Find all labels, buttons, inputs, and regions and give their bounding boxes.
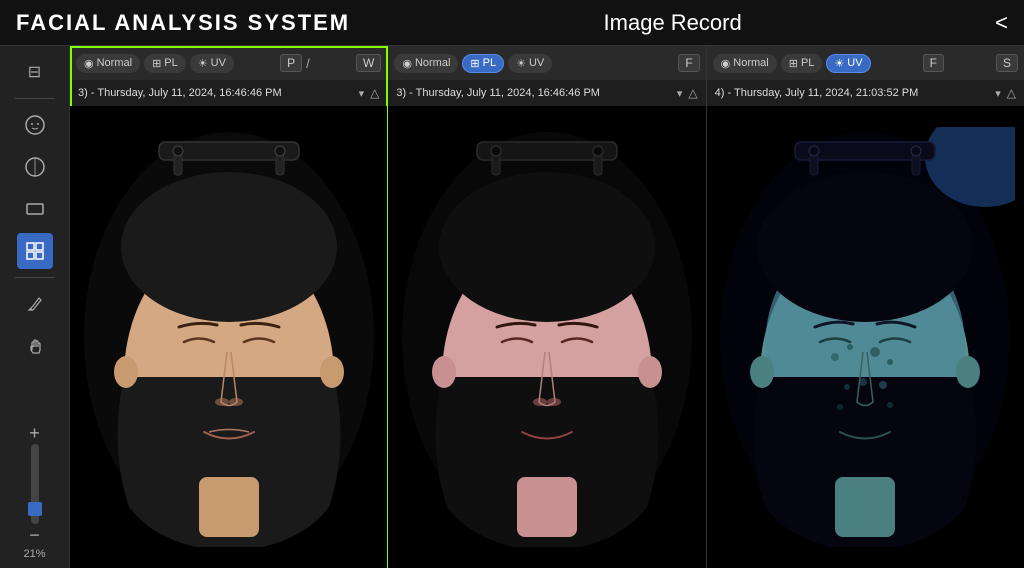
panel-1-date-row: 3) - Thursday, July 11, 2024, 16:46:46 P… — [70, 80, 387, 106]
pl-label-3: PL — [801, 57, 814, 69]
app-title: FACIAL ANALYSIS SYSTEM — [16, 10, 350, 36]
panel-2-normal-btn[interactable]: ◉ Normal — [394, 54, 458, 73]
rect-tool-icon[interactable] — [17, 191, 53, 227]
panel-2-date-row: 3) - Thursday, July 11, 2024, 16:46:46 P… — [388, 80, 705, 106]
panel-2-pl-btn[interactable]: ⊞ PL — [462, 54, 504, 73]
normal-label-3: Normal — [733, 57, 768, 69]
panel-3-uv-btn[interactable]: ☀ UV — [826, 54, 870, 73]
panel-3-pl-btn[interactable]: ⊞ PL — [781, 54, 823, 73]
panel-3-toolbar: ◉ Normal ⊞ PL ☀ UV F S — [707, 46, 1024, 80]
normal-icon-3: ◉ — [721, 57, 731, 70]
panel-2-uv-btn[interactable]: ☀ UV — [508, 54, 552, 73]
panel-2-dropdown[interactable]: ▾ — [677, 87, 683, 100]
panel-1-normal-btn[interactable]: ◉ Normal — [76, 54, 140, 73]
layout-icon[interactable]: ⊟ — [17, 54, 53, 90]
normal-label-2: Normal — [415, 57, 450, 69]
panel-2-date: 3) - Thursday, July 11, 2024, 16:46:46 P… — [396, 87, 671, 99]
panel-1-dropdown[interactable]: ▾ — [359, 87, 365, 100]
face-outline-icon[interactable] — [17, 107, 53, 143]
pl-icon-3: ⊞ — [789, 57, 798, 70]
panel-3-date-row: 4) - Thursday, July 11, 2024, 21:03:52 P… — [707, 80, 1024, 106]
panel-1-toolbar: ◉ Normal ⊞ PL ☀ UV P / W — [70, 46, 387, 80]
zoom-slider[interactable] — [31, 444, 39, 524]
uv-label-3: UV — [847, 57, 862, 69]
panel-3-normal-btn[interactable]: ◉ Normal — [713, 54, 777, 73]
uv-icon-3: ☀ — [834, 57, 844, 70]
panel-1-date: 3) - Thursday, July 11, 2024, 16:46:46 P… — [78, 87, 353, 99]
face-filled-icon[interactable] — [17, 149, 53, 185]
uv-icon: ☀ — [198, 57, 208, 70]
zoom-minus-button[interactable]: − — [29, 526, 40, 544]
uv-label: UV — [211, 57, 226, 69]
panel-3-triangle[interactable]: △ — [1007, 86, 1016, 100]
panel-3-f-btn[interactable]: F — [923, 54, 944, 72]
app-header: FACIAL ANALYSIS SYSTEM Image Record < — [0, 0, 1024, 46]
panel-2-toolbar: ◉ Normal ⊞ PL ☀ UV F — [388, 46, 705, 80]
panel-2-image — [388, 106, 705, 568]
panel-1-image — [70, 106, 387, 568]
normal-icon-2: ◉ — [402, 57, 412, 70]
uv-icon-2: ☀ — [516, 57, 526, 70]
sidebar-divider-1 — [15, 98, 55, 99]
zoom-percent-label: 21% — [23, 548, 45, 560]
sidebar: ⊟ — [0, 46, 70, 568]
panel-1-separator: / — [306, 56, 310, 71]
uv-label-2: UV — [529, 57, 544, 69]
pen-tool-icon[interactable] — [17, 286, 53, 322]
grid-tool-icon[interactable] — [17, 233, 53, 269]
panel-2-face-svg — [397, 127, 697, 547]
zoom-controls: + − 21% — [23, 424, 45, 560]
panels-row: ◉ Normal ⊞ PL ☀ UV P / W 3) — [70, 46, 1024, 568]
pl-label-2: PL — [483, 57, 496, 69]
panel-2-f-btn[interactable]: F — [678, 54, 699, 72]
zoom-plus-button[interactable]: + — [29, 424, 40, 442]
panel-1-p-btn[interactable]: P — [280, 54, 302, 72]
hand-tool-icon[interactable] — [17, 328, 53, 364]
panel-3[interactable]: ◉ Normal ⊞ PL ☀ UV F S 4) - Thursda — [707, 46, 1024, 568]
main-layout: ⊟ — [0, 46, 1024, 568]
panel-1-pl-btn[interactable]: ⊞ PL — [144, 54, 186, 73]
panel-3-dropdown[interactable]: ▾ — [995, 87, 1001, 100]
back-button[interactable]: < — [995, 10, 1008, 36]
panel-1-triangle[interactable]: △ — [370, 86, 379, 100]
pl-icon: ⊞ — [152, 57, 161, 70]
normal-icon: ◉ — [84, 57, 94, 70]
panel-1-face-svg — [79, 127, 379, 547]
pl-icon-2: ⊞ — [470, 57, 479, 70]
panel-2-triangle[interactable]: △ — [688, 86, 697, 100]
pl-label: PL — [164, 57, 177, 69]
panel-2[interactable]: ◉ Normal ⊞ PL ☀ UV F 3) - Thursday, July… — [388, 46, 706, 568]
normal-label: Normal — [97, 57, 132, 69]
sidebar-divider-2 — [15, 277, 55, 278]
panel-3-image — [707, 106, 1024, 568]
page-title: Image Record — [604, 10, 742, 36]
panel-1-uv-btn[interactable]: ☀ UV — [190, 54, 234, 73]
panel-3-s-btn[interactable]: S — [996, 54, 1018, 72]
content-area: ◉ Normal ⊞ PL ☀ UV P / W 3) — [70, 46, 1024, 568]
panel-1[interactable]: ◉ Normal ⊞ PL ☀ UV P / W 3) — [70, 46, 388, 568]
panel-3-face-svg — [715, 127, 1015, 547]
panel-3-date: 4) - Thursday, July 11, 2024, 21:03:52 P… — [715, 87, 990, 99]
panel-1-w-btn[interactable]: W — [356, 54, 381, 72]
